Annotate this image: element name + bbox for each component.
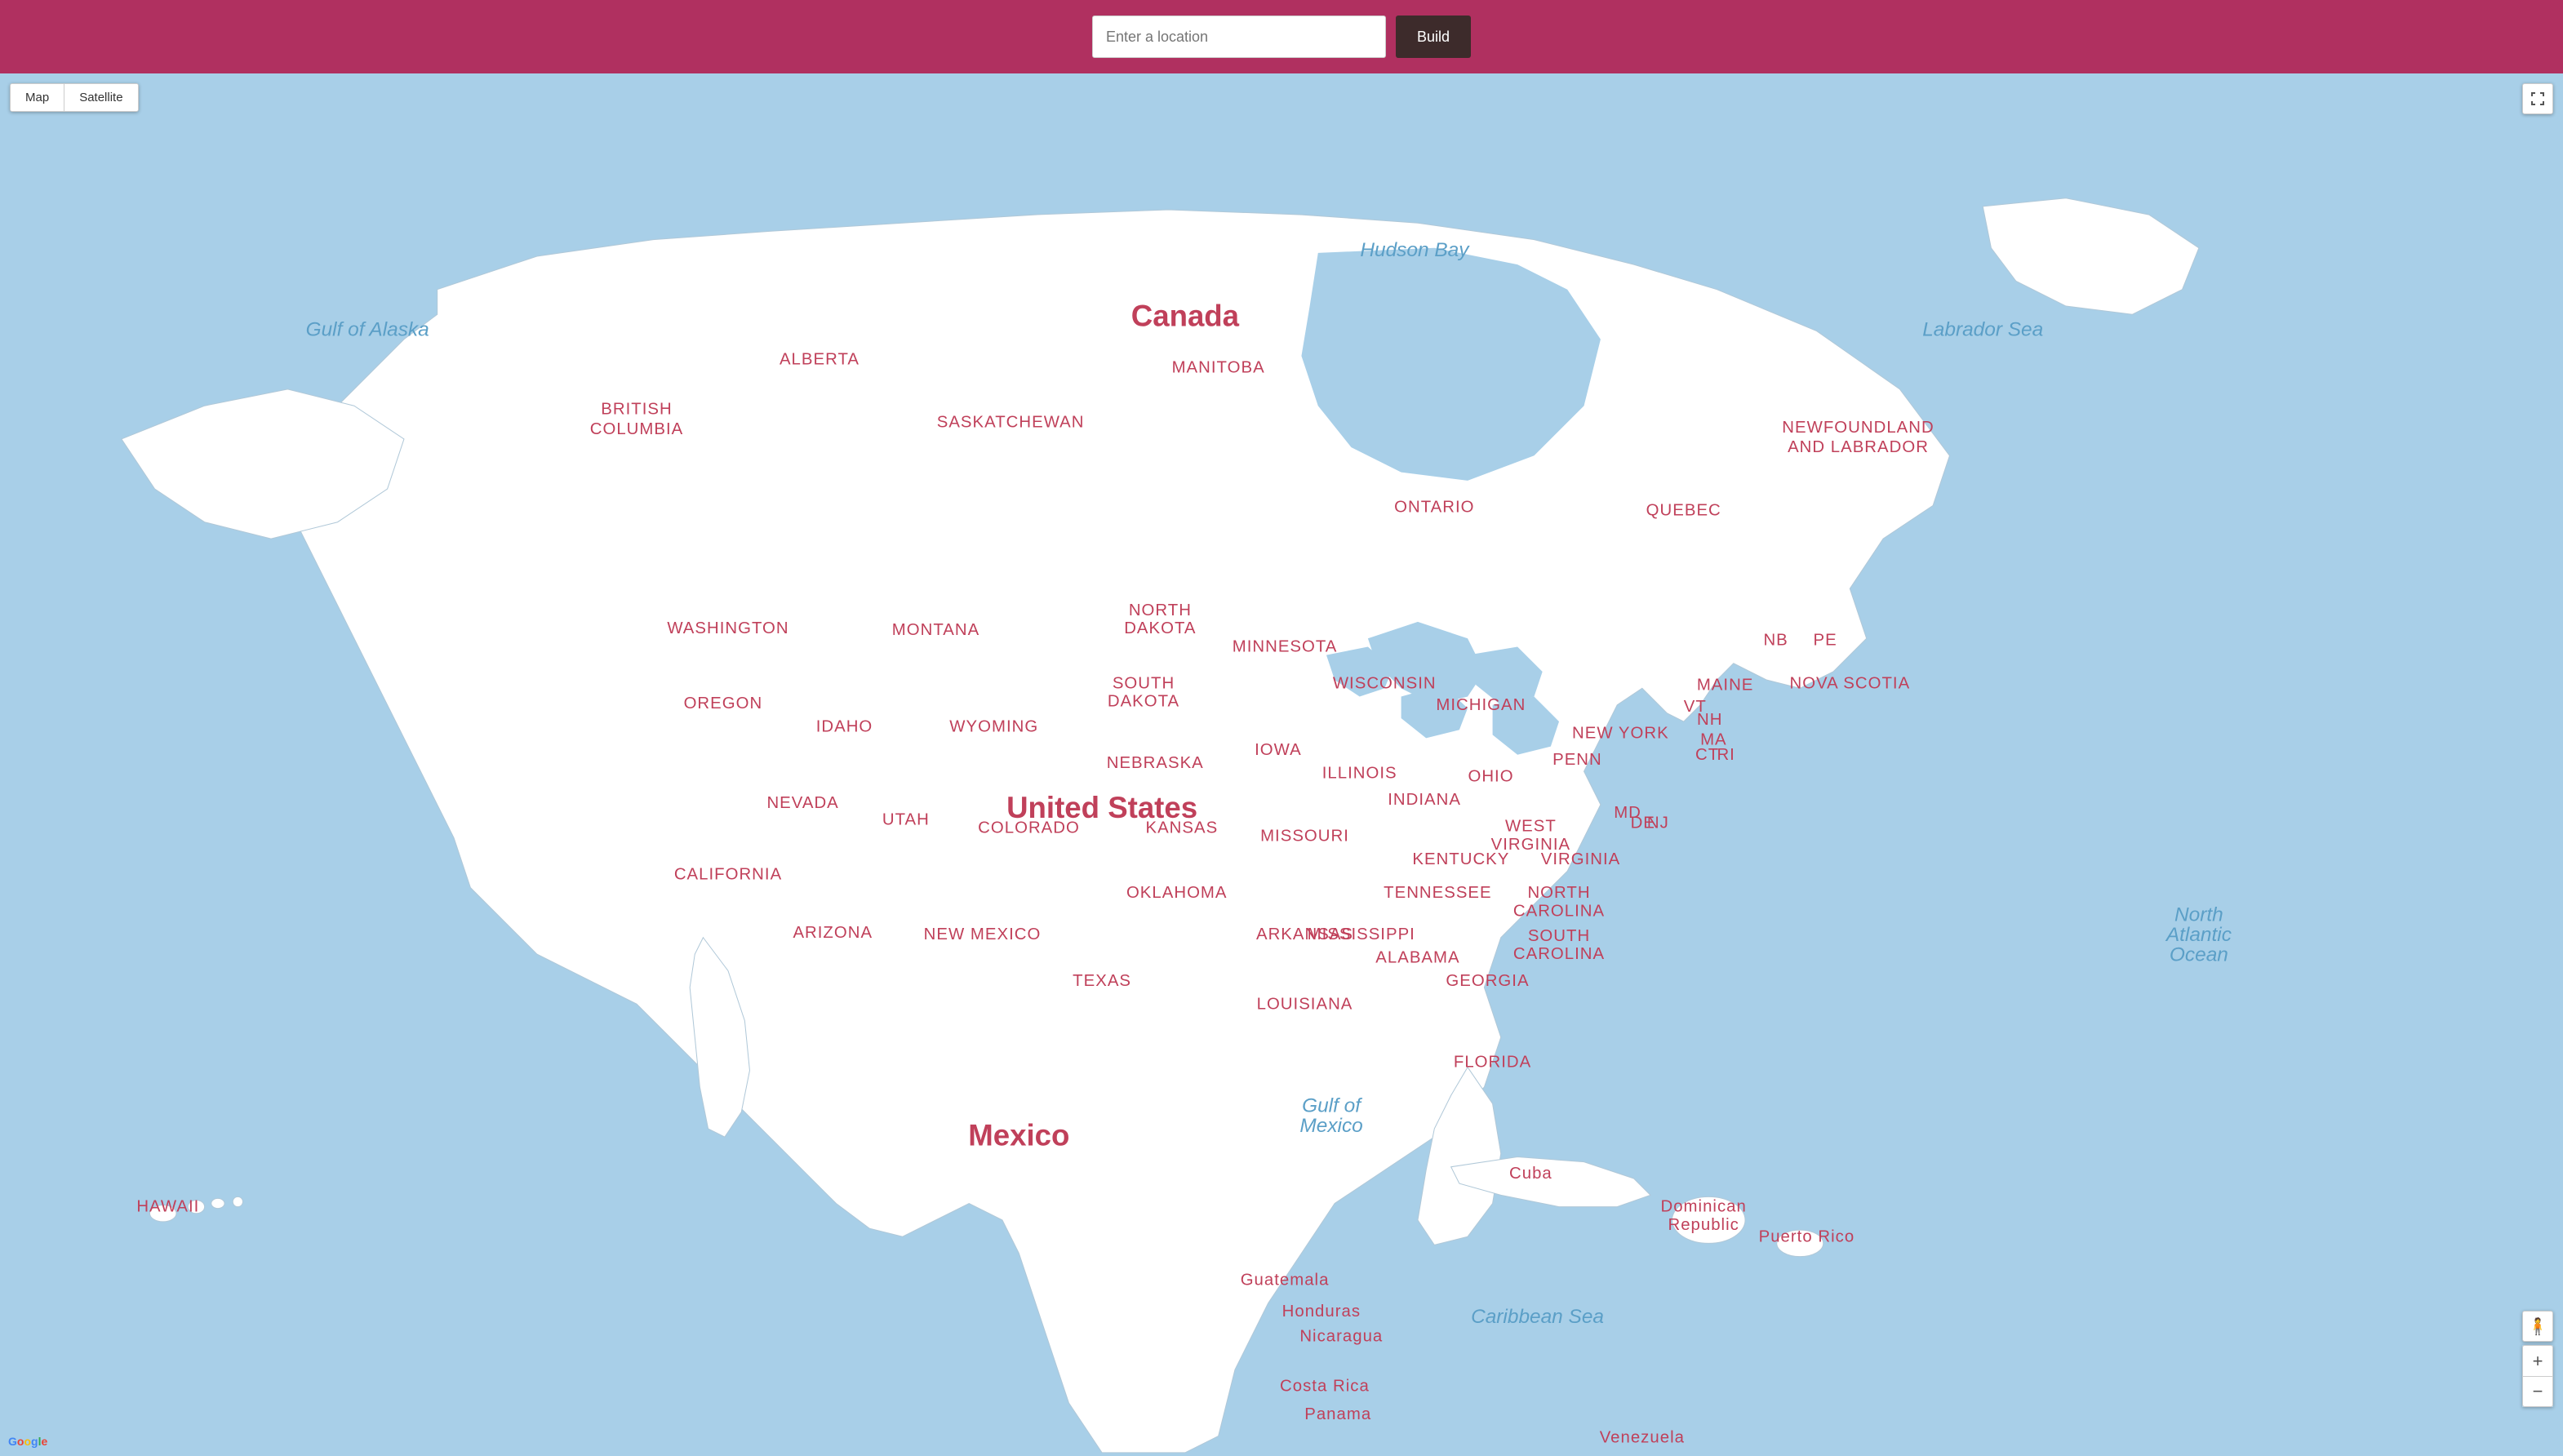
label-cr: Costa Rica <box>1280 1378 1370 1396</box>
label-ms: MISSISSIPPI <box>1308 926 1415 943</box>
label-n-atlantic3: Ocean <box>2170 943 2228 965</box>
label-sd2: DAKOTA <box>1108 693 1179 711</box>
label-hudson-bay: Hudson Bay <box>1360 239 1470 261</box>
label-ut: UTAH <box>882 810 930 828</box>
label-manitoba: MANITOBA <box>1172 358 1265 376</box>
label-bc: BRITISH <box>601 400 672 418</box>
label-wi: WISCONSIN <box>1333 674 1437 692</box>
label-pan: Panama <box>1304 1405 1371 1423</box>
label-nica: Nicaragua <box>1299 1328 1383 1346</box>
map-type-map[interactable]: Map <box>11 84 64 111</box>
label-ne: NEBRASKA <box>1107 754 1204 772</box>
pegman-icon: 🧍 <box>2528 1316 2548 1337</box>
label-wy: WYOMING <box>949 717 1038 735</box>
label-ks: KANSAS <box>1145 819 1218 837</box>
label-hond: Honduras <box>1282 1303 1361 1321</box>
label-nj: NJ <box>1647 814 1669 832</box>
label-ontario: ONTARIO <box>1394 499 1474 517</box>
label-labrador-sea: Labrador Sea <box>1922 319 2043 341</box>
map-container[interactable]: Map Satellite 🧍 + − Google <box>0 73 2563 1456</box>
label-nm: NEW MEXICO <box>924 926 1042 943</box>
label-nfl2: AND LABRADOR <box>1788 438 1929 456</box>
label-ky: KENTUCKY <box>1412 850 1509 868</box>
label-tn: TENNESSEE <box>1384 884 1491 902</box>
label-mi: MICHIGAN <box>1436 696 1526 714</box>
map-svg: Canada United States Mexico ALBERTA BRIT… <box>0 73 2563 1456</box>
label-ok: OKLAHOMA <box>1126 884 1228 902</box>
label-co: COLORADO <box>978 819 1080 837</box>
label-quebec: QUEBEC <box>1646 502 1721 520</box>
label-nova-scotia: NOVA SCOTIA <box>1789 674 1910 692</box>
label-alberta: ALBERTA <box>780 350 860 368</box>
label-in: INDIANA <box>1388 791 1461 809</box>
label-hi: HAWAII <box>136 1198 199 1216</box>
zoom-in-button[interactable]: + <box>2522 1345 2553 1376</box>
zoom-out-button[interactable]: − <box>2522 1376 2553 1407</box>
label-me: MAINE <box>1697 676 1754 694</box>
label-tx: TEXAS <box>1073 972 1131 990</box>
label-sc2: CAROLINA <box>1513 945 1605 963</box>
label-mt: MONTANA <box>892 621 979 639</box>
label-nv: NEVADA <box>766 794 838 812</box>
label-nb: NB <box>1763 631 1788 649</box>
label-dr2: Republic <box>1668 1216 1739 1234</box>
label-nd2: DAKOTA <box>1124 619 1196 637</box>
label-pe: PE <box>1814 631 1837 649</box>
google-logo: Google <box>8 1435 47 1448</box>
label-nh: NH <box>1697 711 1722 729</box>
build-button[interactable]: Build <box>1396 16 1471 58</box>
label-ca: CALIFORNIA <box>674 865 782 883</box>
label-cuba: Cuba <box>1509 1165 1552 1183</box>
label-ia: IOWA <box>1255 741 1302 759</box>
label-ny: NEW YORK <box>1572 724 1669 742</box>
label-la: LOUISIANA <box>1257 995 1353 1013</box>
label-mo: MISSOURI <box>1260 828 1349 846</box>
label-bc2: COLUMBIA <box>590 420 683 438</box>
label-ven: Venezuela <box>1600 1429 1685 1447</box>
label-gulf-mexico2: Mexico <box>1299 1115 1362 1137</box>
label-wa: WASHINGTON <box>667 619 788 637</box>
pegman-button[interactable]: 🧍 <box>2522 1311 2553 1342</box>
fullscreen-button[interactable] <box>2522 83 2553 114</box>
label-canada: Canada <box>1131 299 1240 332</box>
label-nfl: NEWFOUNDLAND <box>1782 419 1934 437</box>
label-wv: WEST <box>1505 817 1557 835</box>
map-type-controls: Map Satellite <box>10 83 139 112</box>
label-al: ALABAMA <box>1375 948 1459 966</box>
fullscreen-icon <box>2530 91 2545 106</box>
label-pr: Puerto Rico <box>1759 1227 1855 1245</box>
label-n-atlantic: North <box>2174 903 2223 926</box>
label-n-atlantic2: Atlantic <box>2165 924 2232 946</box>
zoom-controls: + − <box>2522 1345 2553 1407</box>
label-il: ILLINOIS <box>1322 764 1397 782</box>
label-nc2: CAROLINA <box>1513 902 1605 920</box>
label-fl: FLORIDA <box>1454 1054 1531 1072</box>
label-mn: MINNESOTA <box>1233 638 1338 656</box>
label-guat: Guatemala <box>1241 1271 1330 1289</box>
label-gulf-mexico: Gulf of <box>1302 1095 1362 1117</box>
label-ri: RI <box>1717 746 1735 764</box>
label-va: VIRGINIA <box>1541 850 1621 868</box>
map-type-satellite[interactable]: Satellite <box>64 84 137 111</box>
label-sask: SASKATCHEWAN <box>937 414 1085 432</box>
label-id: IDAHO <box>816 717 873 735</box>
label-pa: PENN <box>1552 751 1602 769</box>
label-ga: GEORGIA <box>1446 972 1529 990</box>
label-oh: OHIO <box>1468 767 1513 785</box>
label-dr: Dominican <box>1660 1198 1746 1216</box>
label-gulf-alaska: Gulf of Alaska <box>306 319 429 341</box>
label-ct: CT <box>1695 746 1719 764</box>
label-nd: NORTH <box>1129 601 1192 619</box>
label-sc: SOUTH <box>1528 927 1590 945</box>
label-or: OREGON <box>684 695 763 712</box>
location-input[interactable] <box>1092 16 1386 58</box>
label-nc: NORTH <box>1527 884 1590 902</box>
label-mexico: Mexico <box>968 1118 1069 1152</box>
label-caribbean: Caribbean Sea <box>1471 1306 1604 1328</box>
label-az: ARIZONA <box>793 924 873 942</box>
header: Build <box>0 0 2563 73</box>
label-sd: SOUTH <box>1113 674 1175 692</box>
